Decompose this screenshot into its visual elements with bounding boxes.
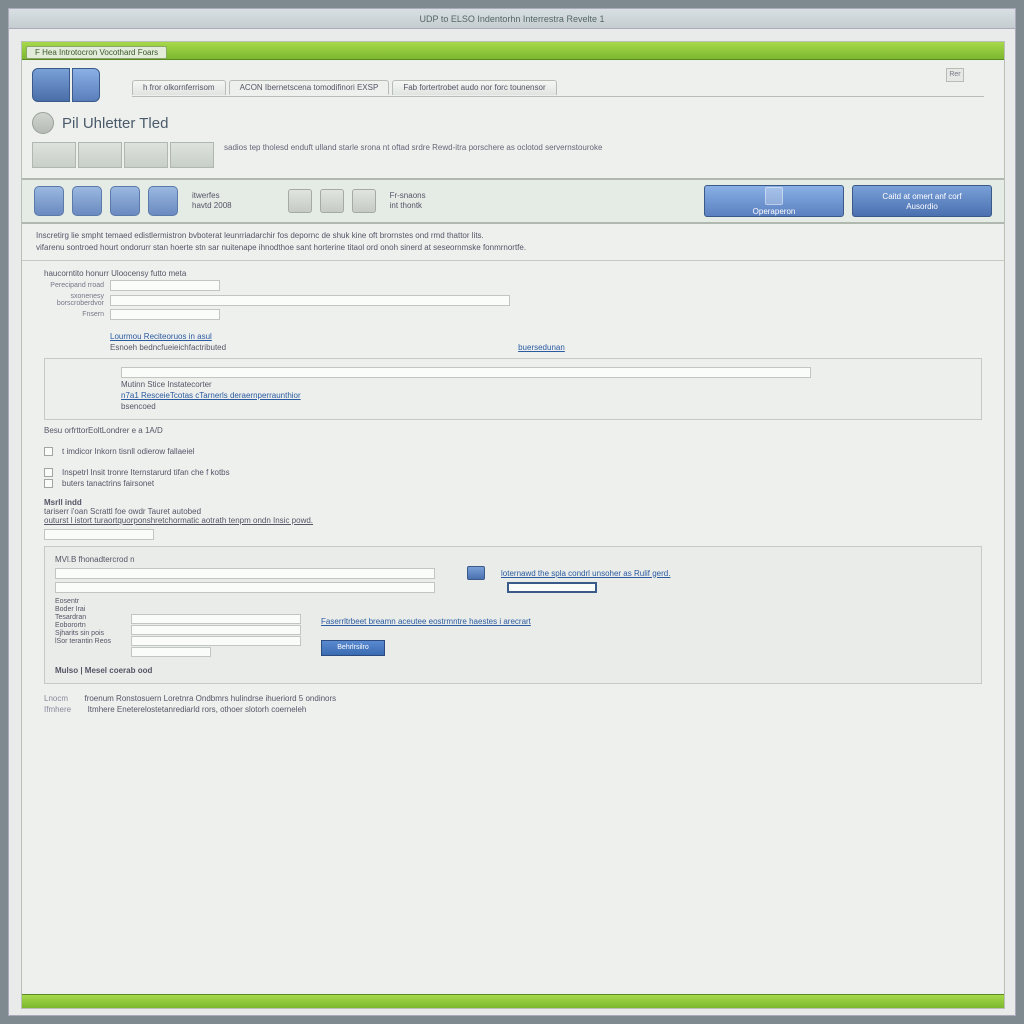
input-sec3[interactable] [44, 529, 154, 540]
toolbar-button-2[interactable] [72, 186, 102, 216]
sub-panel: MVl.B fhonadtercrod n loternawd the spla… [44, 546, 982, 684]
text-line3: Besu orfrttorEoltLondrer e a 1A/D [44, 426, 163, 435]
field-label: sxonenesy borscroberdvor [44, 293, 104, 307]
sp-label: Boder Irai [55, 606, 111, 613]
checkbox-2[interactable] [44, 468, 53, 477]
thumbnail-icon [78, 142, 122, 168]
input-1[interactable] [110, 280, 220, 291]
tab-strip: h fror olkornferrisom ACON Ibernetscena … [32, 68, 994, 98]
info-block: Inscretirg lie smpht temaed edistlermist… [22, 224, 1004, 261]
toolbar-small-3[interactable] [352, 189, 376, 213]
window-titlebar: UDP to ELSO Indentorhn Interrestra Revel… [9, 9, 1015, 29]
link-sec2[interactable]: Lourmou Reciteoruos in asul [110, 332, 212, 341]
thumbnail-row [32, 142, 214, 168]
sp-bottom-title: Mulso | Mesel coerab ood [55, 666, 971, 675]
section-3-subtitle: tariserr i'oan Scrattl foe owdr Tauret a… [44, 507, 982, 516]
sp-label: Eoborortn [55, 622, 111, 629]
section-3-desc: outurst l istort turaortquorponshretchor… [44, 516, 982, 525]
sp-field[interactable] [131, 636, 301, 646]
sp-label: Eosentr [55, 598, 111, 605]
bottom-label: Ifmhere [44, 705, 71, 714]
sp-input-1[interactable] [55, 568, 435, 579]
link-sec2-side[interactable]: buersedunan [518, 343, 565, 352]
toolbar-label-2: Fr-snaonsint thontk [390, 191, 426, 212]
thumbnail-icon [32, 142, 76, 168]
sp-field[interactable] [131, 625, 301, 635]
panel-footnote: bsencoed [121, 402, 156, 411]
section-3-title: Msrll indd [44, 498, 982, 507]
sp-action-button[interactable]: Behrlrsilro [321, 640, 385, 656]
app-logo-icon [32, 68, 100, 102]
field-label: Perecipand rroad [44, 282, 104, 289]
folder-icon[interactable] [467, 566, 485, 580]
checkbox-3[interactable] [44, 479, 53, 488]
checkbox-3-label: buters tanactrins fairsonet [62, 479, 154, 488]
checkbox-1[interactable] [44, 447, 53, 456]
toolbar-small-1[interactable] [288, 189, 312, 213]
toolbar-primary-1[interactable]: Operaperon [704, 185, 844, 217]
tab-2[interactable]: ACON Ibernetscena tomodifinori EXSP [229, 80, 390, 95]
panel-link[interactable]: n7a1 ResceieTcotas cTarnerls deraernperr… [121, 391, 301, 400]
sp-note-link[interactable]: loternawd the spla condrl unsoher as Rul… [501, 569, 670, 578]
settings-panel: Mutinn Stice Instatecorter n7a1 ResceieT… [44, 358, 982, 420]
bottom-line-1: froenum Ronstosuern Loretnra Ondbmrs hul… [84, 694, 336, 703]
mini-button[interactable]: Rer [946, 68, 964, 82]
page-description: sadios tep tholesd enduft ulland starle … [224, 142, 602, 153]
toolbar-button-3[interactable] [110, 186, 140, 216]
sp-label: Tesardran [55, 614, 111, 621]
input-2[interactable] [110, 295, 510, 306]
sp-label: Sjharits sin pois [55, 630, 111, 637]
document-icon [765, 187, 783, 205]
checkbox-1-label: t imdicor Inkorn tisnll odierow fallaeie… [62, 447, 195, 456]
sp-side-link[interactable]: Faserrltrbeet breamn aceutee eostrmntre … [321, 617, 531, 626]
section-1-heading: haucorntito honurr Uloocensy futto meta [44, 269, 982, 278]
sp-field[interactable] [131, 647, 211, 657]
subpanel-title: MVl.B fhonadtercrod n [55, 555, 971, 564]
toolbar-button-1[interactable] [34, 186, 64, 216]
panel-input[interactable] [121, 367, 811, 378]
toolbar-button-4[interactable] [148, 186, 178, 216]
panel-subtitle: Mutinn Stice Instatecorter [121, 380, 212, 389]
thumbnail-icon [124, 142, 168, 168]
thumbnail-icon [170, 142, 214, 168]
green-header-bar: F Hea Introtocron Vocothard Foars [22, 42, 1004, 60]
sp-label: lSor terantin Reos [55, 638, 111, 645]
bottom-line-2: Itmhere Eneterelostetanrediarld rors, ot… [88, 705, 307, 714]
tab-1[interactable]: h fror olkornferrisom [132, 80, 226, 95]
toolbar-primary-2[interactable]: Caitd at omert anf corfAusordio [852, 185, 992, 217]
input-3[interactable] [110, 309, 220, 320]
toolbar-small-2[interactable] [320, 189, 344, 213]
tab-3[interactable]: Fab fortertrobet audo nor forc tounensor [392, 80, 556, 95]
status-bar [22, 994, 1004, 1008]
green-tab[interactable]: F Hea Introtocron Vocothard Foars [26, 46, 167, 59]
field-label: Fnsern [44, 311, 104, 318]
sp-field[interactable] [131, 614, 301, 624]
page-title: Pil Uhletter Tled [62, 115, 168, 132]
sp-input-highlight[interactable] [507, 582, 597, 593]
page-title-icon [32, 112, 54, 134]
toolbar-label-1: itwerfeshavtd 2008 [192, 191, 232, 212]
checkbox-2-label: Inspetrl Insit tronre Iternstarurd tifan… [62, 468, 230, 477]
bottom-label: Lnocm [44, 694, 68, 703]
text-sec2b: Esnoeh bedncfueieichfactributed [110, 343, 226, 352]
toolbar: itwerfeshavtd 2008 Fr-snaonsint thontk O… [22, 178, 1004, 224]
sp-input-2[interactable] [55, 582, 435, 593]
